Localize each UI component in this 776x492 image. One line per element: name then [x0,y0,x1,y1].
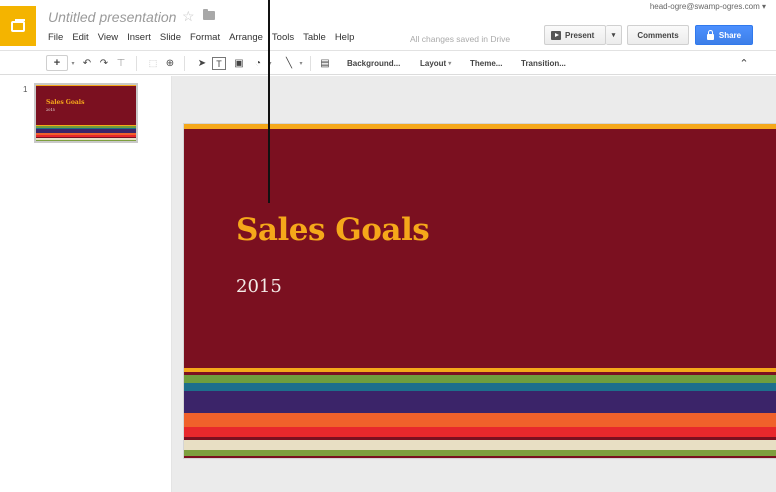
present-button[interactable]: Present [544,25,606,45]
slide-filmstrip: 1 Sales Goals 2015 [0,76,172,492]
toolbar-divider [310,56,311,71]
chevron-down-icon: ▾ [71,60,75,67]
present-label: Present [565,30,595,40]
play-icon [551,30,561,40]
color-stripe [184,383,776,391]
paint-format-icon[interactable]: ⊤ [114,55,128,71]
comments-button[interactable]: Comments [627,25,689,45]
new-slide-dropdown[interactable]: ▾ [68,55,76,71]
line-dropdown[interactable]: ▾ [296,55,304,71]
line-icon[interactable]: ╲ [282,55,296,71]
slide-color-stripes [184,368,776,458]
share-button[interactable]: Share [695,25,753,45]
chevron-down-icon: ▾ [299,60,303,67]
zoom-icon[interactable]: ⊕ [163,55,177,71]
menu-slide[interactable]: Slide [160,32,181,43]
slide-number: 1 [23,85,28,94]
star-icon[interactable]: ☆ [182,8,195,25]
menu-insert[interactable]: Insert [127,32,151,43]
thumbnail-title: Sales Goals [46,99,85,106]
color-stripe [184,456,776,458]
new-slide-button[interactable]: + [46,55,68,71]
collapse-toolbar-icon[interactable]: ⌃ [737,55,751,71]
color-stripe [184,375,776,383]
background-button[interactable]: Background... [347,55,400,71]
menu-bar: File Edit View Insert Slide Format Arran… [48,32,363,43]
thumbnail-stripes [36,124,136,141]
thumbnail-subtitle: 2015 [46,108,55,112]
layout-label: Layout [420,58,447,68]
toolbar-divider [136,56,137,71]
menu-arrange[interactable]: Arrange [229,32,263,43]
slide-title[interactable]: Sales Goals [236,212,430,248]
share-label: Share [718,30,742,40]
transition-button[interactable]: Transition... [521,55,566,71]
text-box-icon[interactable]: T [212,57,226,70]
folder-icon[interactable] [203,9,215,20]
menu-edit[interactable]: Edit [72,32,88,43]
toolbar: + ▾ ↶ ↷ ⊤ ⬚ ⊕ ➤ T ▣ ◔ ▾ ╲ ▾ ▤ Background… [0,50,776,75]
shape-icon[interactable]: ◔ [251,55,265,71]
slide[interactable]: Sales Goals 2015 [184,124,776,458]
layout-button[interactable]: Layout ▾ [420,55,451,71]
zoom-fit-icon[interactable]: ⬚ [146,55,160,71]
present-dropdown-button[interactable]: ▾ [606,25,622,45]
document-title[interactable]: Untitled presentation [48,9,176,25]
slide-canvas: Sales Goals 2015 [172,76,776,492]
color-stripe [184,440,776,450]
select-cursor-icon[interactable]: ➤ [195,55,209,71]
color-stripe [184,391,776,413]
color-stripe [184,413,776,427]
redo-icon[interactable]: ↷ [97,55,111,71]
menu-view[interactable]: View [98,32,118,43]
menu-tools[interactable]: Tools [272,32,294,43]
menu-help[interactable]: Help [335,32,355,43]
app-header: Untitled presentation ☆ head-ogre@swamp-… [0,0,776,50]
comment-icon[interactable]: ▤ [318,55,332,71]
callout-pointer-line [268,0,270,203]
menu-format[interactable]: Format [190,32,220,43]
toolbar-divider [184,56,185,71]
save-status[interactable]: All changes saved in Drive [410,34,510,44]
account-email[interactable]: head-ogre@swamp-ogres.com ▾ [650,2,766,11]
slides-logo-icon[interactable] [0,6,36,46]
slide-subtitle[interactable]: 2015 [236,276,282,297]
lock-icon [706,29,714,40]
color-stripe [184,427,776,437]
slide-thumbnail[interactable]: Sales Goals 2015 [34,83,138,143]
slide-top-accent-line [184,124,776,129]
menu-table[interactable]: Table [303,32,326,43]
undo-icon[interactable]: ↶ [80,55,94,71]
theme-button[interactable]: Theme... [470,55,502,71]
thumbnail-top-line [36,85,136,86]
menu-file[interactable]: File [48,32,63,43]
chevron-down-icon: ▾ [448,60,452,67]
insert-image-icon[interactable]: ▣ [232,55,246,71]
